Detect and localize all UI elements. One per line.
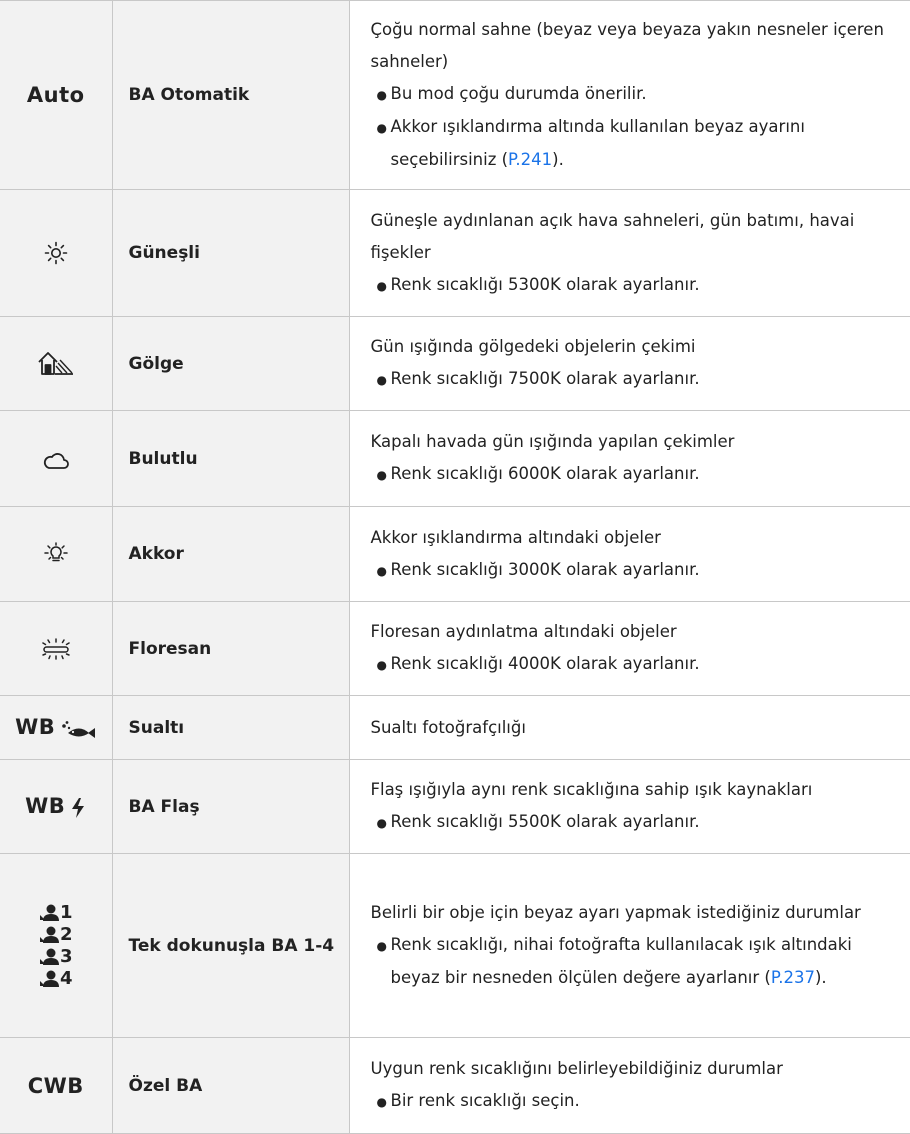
mode-description: Güneşle aydınlanan açık hava sahneleri, …	[349, 189, 910, 317]
mode-description: Çoğu normal sahne (beyaz veya beyaza yak…	[349, 0, 910, 190]
wb-label: WB	[25, 793, 66, 818]
incandescent-icon	[43, 542, 69, 563]
mode-name: BA Flaş	[112, 759, 350, 854]
mode-description: Akkor ışıklandırma altındaki objeler ● Re…	[349, 506, 910, 602]
icon-cell	[0, 189, 113, 317]
one-touch-wb-icon: 2	[39, 925, 73, 944]
table-row: WB BA Flaş Flaş ışığıyla aynı renk sıcak…	[0, 759, 910, 854]
auto-label: Auto	[26, 83, 85, 107]
bullet-item: ● Akkor ışıklandırma altında kullanılan b…	[376, 117, 805, 169]
white-balance-table: Auto BA Otomatik Çoğu normal sahne (beya…	[0, 0, 910, 1134]
description-text: Flaş ışığıyla aynı renk sıcaklığına sahi…	[370, 780, 813, 799]
icon-cell: WB	[0, 759, 113, 854]
description-text: Sualtı fotoğrafçılığı	[370, 717, 526, 737]
icon-cell: 1 2 3 4	[0, 853, 113, 1038]
cwb-label: CWB	[27, 1073, 84, 1098]
mode-description: Kapalı havada gün ışığında yapılan çekim…	[349, 410, 910, 507]
description-text: Floresan aydınlatma altındaki objeler	[370, 622, 677, 641]
bullet-item: ● Renk sıcaklığı 6000K olarak ayarlanır.	[376, 464, 700, 483]
fluorescent-icon	[41, 637, 71, 660]
bullet-item: ● Renk sıcaklığı 5500K olarak ayarlanır.	[376, 812, 700, 831]
icon-cell	[0, 316, 113, 411]
wb-label: WB	[15, 715, 56, 740]
page-link[interactable]: P.241	[508, 150, 552, 169]
mode-name: Tek dokunuşla BA 1-4	[112, 853, 350, 1038]
underwater-fish-icon	[55, 719, 96, 738]
mode-name: Akkor	[112, 506, 350, 602]
mode-name: Bulutlu	[112, 410, 350, 507]
mode-name: BA Otomatik	[112, 0, 350, 190]
mode-description: Belirli bir obje için beyaz ayarı yapmak…	[349, 853, 910, 1038]
bullet-item: ● Renk sıcaklığı 7500K olarak ayarlanır.	[376, 369, 700, 388]
shade-icon	[37, 351, 75, 375]
description-text: Akkor ışıklandırma altındaki objeler	[370, 527, 661, 547]
table-row: Akkor Akkor ışıklandırma altındaki objel…	[0, 506, 910, 602]
table-row: Bulutlu Kapalı havada gün ışığında yapıl…	[0, 410, 910, 507]
mode-description: Floresan aydınlatma altındaki objeler ● R…	[349, 601, 910, 696]
icon-cell	[0, 506, 113, 602]
icon-cell: CWB	[0, 1037, 113, 1134]
one-touch-wb-icon: 1	[39, 903, 73, 922]
mode-description: Sualtı fotoğrafçılığı	[349, 695, 910, 760]
bullet-item: ● Bir renk sıcaklığı seçin.	[376, 1091, 580, 1110]
one-touch-wb-icon: 3	[39, 947, 73, 966]
icon-cell	[0, 601, 113, 696]
table-row: Güneşli Güneşle aydınlanan açık hava sah…	[0, 189, 910, 317]
table-row: 1 2 3 4 Tek dokunuşla BA 1-4 Belirli bir…	[0, 853, 910, 1038]
mode-description: Gün ışığında gölgedeki objelerin çekimi …	[349, 316, 910, 411]
mode-name: Güneşli	[112, 189, 350, 317]
flash-icon	[65, 798, 86, 819]
description-text: Uygun renk sıcaklığını belirleyebildiğin…	[370, 1059, 783, 1078]
table-row: CWB Özel BA Uygun renk sıcaklığını belir…	[0, 1037, 910, 1134]
icon-cell: Auto	[0, 0, 113, 190]
description-text: Gün ışığında gölgedeki objelerin çekimi	[370, 337, 696, 356]
icon-cell	[0, 410, 113, 507]
bullet-item: ● Renk sıcaklığı 4000K olarak ayarlanır.	[376, 654, 700, 673]
mode-name: Gölge	[112, 316, 350, 411]
mode-description: Uygun renk sıcaklığını belirleyebildiğin…	[349, 1037, 910, 1134]
description-text: Çoğu normal sahne (beyaz veya beyaza yak…	[370, 20, 884, 71]
bullet-item: ● Renk sıcaklığı 3000K olarak ayarlanır.	[376, 559, 700, 579]
cloud-icon	[43, 448, 69, 469]
bullet-item: ● Bu mod çoğu durumda önerilir.	[376, 84, 647, 103]
sun-icon	[44, 241, 68, 265]
mode-name: Özel BA	[112, 1037, 350, 1134]
bullet-item: ● Renk sıcaklığı, nihai fotoğrafta kullan…	[376, 935, 852, 987]
one-touch-wb-icon: 4	[39, 969, 73, 988]
table-row: Auto BA Otomatik Çoğu normal sahne (beya…	[0, 0, 910, 190]
bullet-item: ● Renk sıcaklığı 5300K olarak ayarlanır.	[376, 274, 700, 294]
icon-cell: WB	[0, 695, 113, 760]
mode-name: Floresan	[112, 601, 350, 696]
table-row: WB Sualtı Sualtı fotoğrafçılığı	[0, 695, 910, 760]
mode-description: Flaş ışığıyla aynı renk sıcaklığına sahi…	[349, 759, 910, 854]
table-row: Gölge Gün ışığında gölgedeki objelerin ç…	[0, 316, 910, 411]
mode-name: Sualtı	[112, 695, 350, 760]
table-row: Floresan Floresan aydınlatma altındaki o…	[0, 601, 910, 696]
description-text: Belirli bir obje için beyaz ayarı yapmak…	[370, 903, 861, 922]
description-text: Güneşle aydınlanan açık hava sahneleri, …	[370, 210, 855, 262]
page-link[interactable]: P.237	[771, 968, 815, 987]
description-text: Kapalı havada gün ışığında yapılan çekim…	[370, 432, 735, 451]
